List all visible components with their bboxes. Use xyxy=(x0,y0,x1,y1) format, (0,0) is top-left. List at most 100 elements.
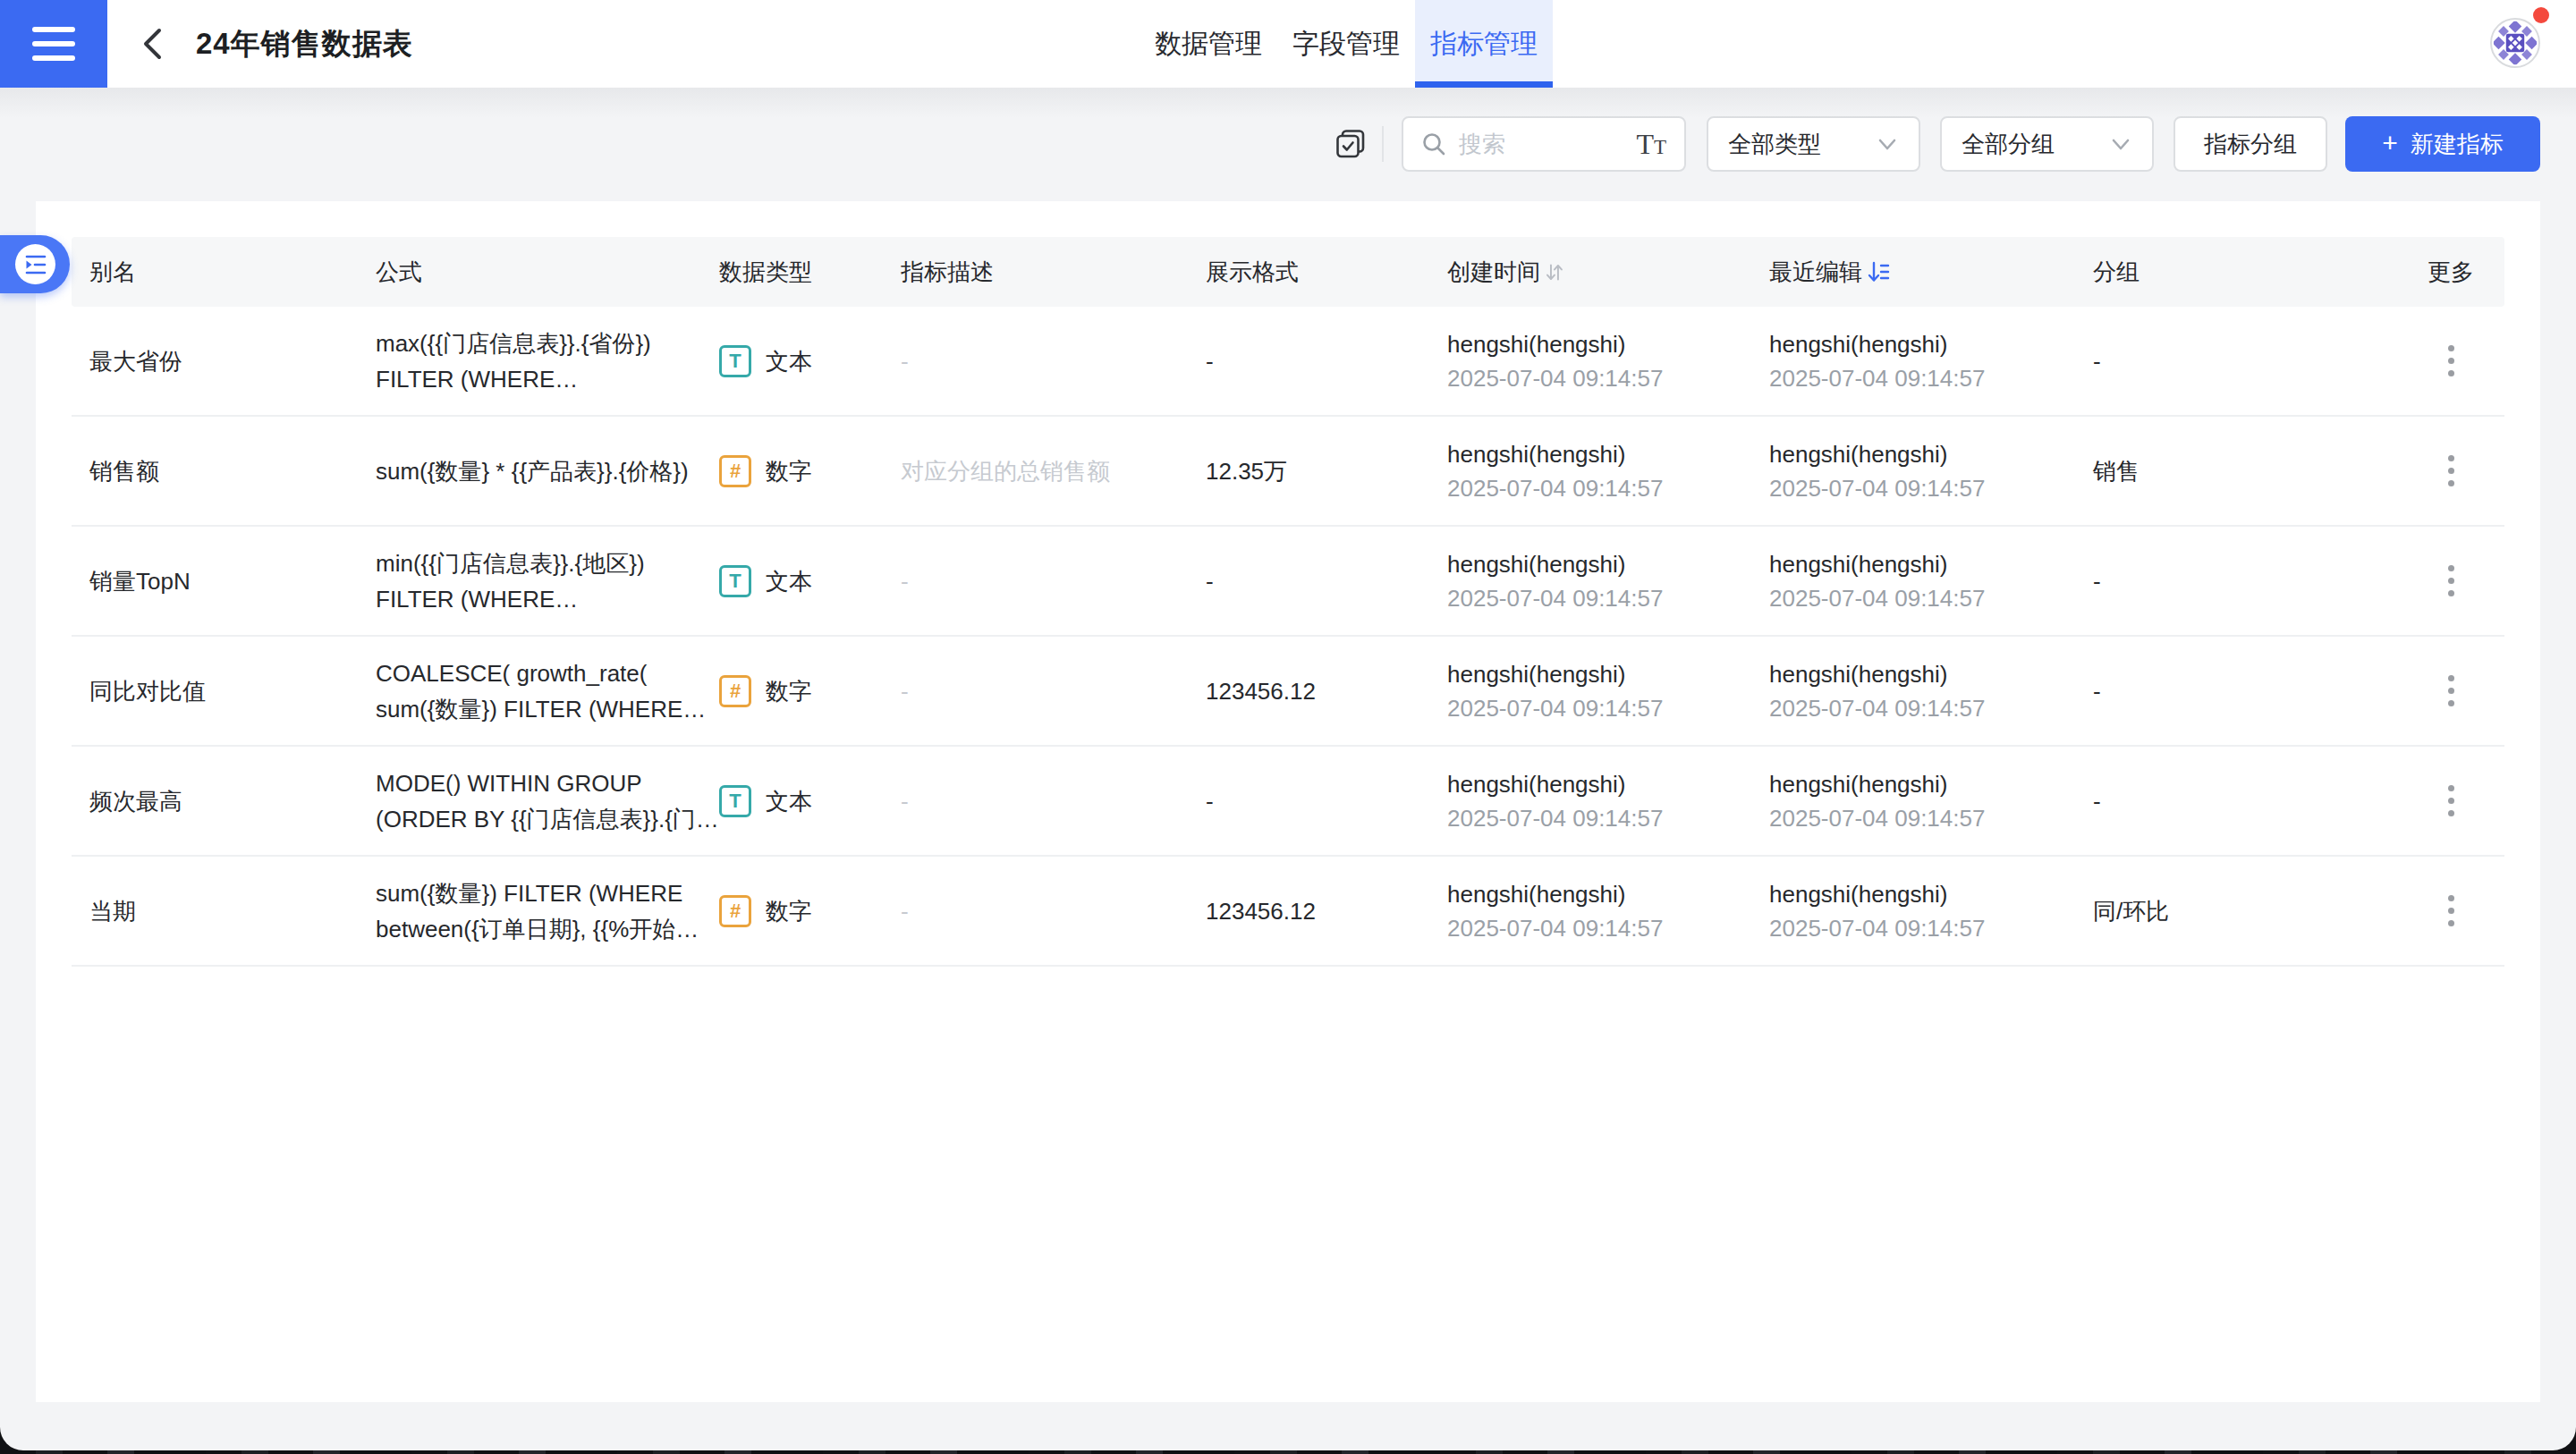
cell-edited: hengshi(hengshi)2025-07-04 09:14:57 xyxy=(1769,547,2093,615)
table-row[interactable]: 频次最高 MODE() WITHIN GROUP(ORDER BY {{门店信息… xyxy=(72,747,2504,857)
cell-formula: COALESCE( growth_rate(sum({数量}) FILTER (… xyxy=(376,655,719,727)
cell-description: - xyxy=(901,783,1206,819)
match-case-icon[interactable]: TT xyxy=(1636,128,1666,161)
cell-format: 123456.12 xyxy=(1206,893,1447,929)
cell-datatype: T 文本 xyxy=(719,343,901,379)
cell-edited: hengshi(hengshi)2025-07-04 09:14:57 xyxy=(1769,877,2093,945)
datatype-icon: T xyxy=(719,565,751,597)
cell-created: hengshi(hengshi)2025-07-04 09:14:57 xyxy=(1447,327,1769,395)
cell-description: 对应分组的总销售额 xyxy=(901,453,1206,489)
cell-formula: MODE() WITHIN GROUP(ORDER BY {{门店信息表}}.{… xyxy=(376,765,719,837)
cell-datatype: # 数字 xyxy=(719,453,901,489)
table-row[interactable]: 同比对比值 COALESCE( growth_rate(sum({数量}) FI… xyxy=(72,637,2504,747)
cell-alias: 销售额 xyxy=(89,453,376,489)
table-row[interactable]: 当期 sum({数量}) FILTER (WHEREbetween({订单日期}… xyxy=(72,857,2504,967)
col-header-format: 展示格式 xyxy=(1206,257,1447,288)
metric-group-button[interactable]: 指标分组 xyxy=(2174,116,2327,172)
avatar-pattern-icon xyxy=(2492,20,2538,66)
row-more-button[interactable] xyxy=(2443,560,2460,602)
cell-edited: hengshi(hengshi)2025-07-04 09:14:57 xyxy=(1769,767,2093,835)
cell-description: - xyxy=(901,343,1206,379)
tab-field-management[interactable]: 字段管理 xyxy=(1277,0,1415,88)
cell-datatype: # 数字 xyxy=(719,673,901,709)
chevron-down-icon xyxy=(2109,132,2132,156)
table-header: 别名 公式 数据类型 指标描述 展示格式 创建时间 最近编辑 xyxy=(72,237,2504,307)
col-header-group: 分组 xyxy=(2093,257,2415,288)
datatype-icon: T xyxy=(719,785,751,817)
hamburger-icon xyxy=(32,27,75,32)
outline-panel-icon xyxy=(23,252,48,277)
row-more-button[interactable] xyxy=(2443,780,2460,822)
page-title: 24年销售数据表 xyxy=(196,0,413,88)
notification-dot xyxy=(2533,7,2549,23)
cell-format: - xyxy=(1206,783,1447,819)
cell-description: - xyxy=(901,673,1206,709)
table-row[interactable]: 最大省份 max({{门店信息表}}.{省份})FILTER (WHERE… T… xyxy=(72,307,2504,417)
cell-datatype: T 文本 xyxy=(719,783,901,819)
cell-group: - xyxy=(2093,343,2415,379)
cell-group: - xyxy=(2093,673,2415,709)
batch-select-icon[interactable] xyxy=(1335,129,1366,159)
group-filter-select[interactable]: 全部分组 xyxy=(1940,116,2154,172)
search-icon xyxy=(1421,131,1446,156)
search-input[interactable]: 搜索 TT xyxy=(1402,116,1686,172)
cell-description: - xyxy=(901,563,1206,599)
table-row[interactable]: 销售额 sum({数量} * {{产品表}}.{价格}) # 数字 对应分组的总… xyxy=(72,417,2504,527)
datatype-icon: # xyxy=(719,675,751,707)
cell-datatype: # 数字 xyxy=(719,893,901,929)
col-header-datatype: 数据类型 xyxy=(719,257,901,288)
back-chevron-icon xyxy=(140,26,164,62)
table-row[interactable]: 销量TopN min({{门店信息表}}.{地区})FILTER (WHERE…… xyxy=(72,527,2504,637)
cell-created: hengshi(hengshi)2025-07-04 09:14:57 xyxy=(1447,547,1769,615)
row-more-button[interactable] xyxy=(2443,890,2460,932)
app-window: 24年销售数据表 数据管理 字段管理 指标管理 xyxy=(0,0,2576,1450)
cell-created: hengshi(hengshi)2025-07-04 09:14:57 xyxy=(1447,877,1769,945)
chevron-down-icon xyxy=(1876,132,1899,156)
col-header-edited: 最近编辑 xyxy=(1769,257,2093,288)
tab-data-management[interactable]: 数据管理 xyxy=(1140,0,1277,88)
type-filter-select[interactable]: 全部类型 xyxy=(1707,116,1920,172)
cell-group: 销售 xyxy=(2093,453,2415,489)
cell-created: hengshi(hengshi)2025-07-04 09:14:57 xyxy=(1447,437,1769,505)
hamburger-menu-button[interactable] xyxy=(0,0,107,88)
cell-alias: 销量TopN xyxy=(89,563,376,599)
cell-edited: hengshi(hengshi)2025-07-04 09:14:57 xyxy=(1769,437,2093,505)
nav-tabs: 数据管理 字段管理 指标管理 xyxy=(1140,0,1553,88)
top-bar: 24年销售数据表 数据管理 字段管理 指标管理 xyxy=(0,0,2576,88)
row-more-button[interactable] xyxy=(2443,340,2460,382)
back-button[interactable] xyxy=(132,24,172,63)
cell-formula: sum({数量} * {{产品表}}.{价格}) xyxy=(376,453,719,489)
user-avatar[interactable] xyxy=(2490,18,2540,68)
toolbar: 搜索 TT 全部类型 全部分组 指标分组 + 新建指标 xyxy=(1335,116,2540,172)
cell-formula: max({{门店信息表}}.{省份})FILTER (WHERE… xyxy=(376,325,719,397)
col-header-created: 创建时间 xyxy=(1447,257,1769,288)
row-more-button[interactable] xyxy=(2443,670,2460,712)
cell-alias: 频次最高 xyxy=(89,783,376,819)
cell-created: hengshi(hengshi)2025-07-04 09:14:57 xyxy=(1447,657,1769,725)
cell-formula: sum({数量}) FILTER (WHEREbetween({订单日期}, {… xyxy=(376,875,719,947)
col-header-formula: 公式 xyxy=(376,257,719,288)
create-metric-button[interactable]: + 新建指标 xyxy=(2345,116,2540,172)
tab-metric-management[interactable]: 指标管理 xyxy=(1415,0,1553,88)
topbar-shadow xyxy=(0,88,2576,118)
cell-edited: hengshi(hengshi)2025-07-04 09:14:57 xyxy=(1769,327,2093,395)
cell-datatype: T 文本 xyxy=(719,563,901,599)
datatype-icon: # xyxy=(719,455,751,487)
search-placeholder: 搜索 xyxy=(1459,129,1636,160)
col-header-more: 更多 xyxy=(2415,257,2487,288)
sort-edited-icon[interactable] xyxy=(1866,259,1891,284)
row-more-button[interactable] xyxy=(2443,450,2460,492)
toolbar-divider xyxy=(1382,126,1384,162)
cell-formula: min({{门店信息表}}.{地区})FILTER (WHERE… xyxy=(376,545,719,617)
datatype-icon: # xyxy=(719,895,751,927)
table-body: 最大省份 max({{门店信息表}}.{省份})FILTER (WHERE… T… xyxy=(72,307,2504,967)
plus-icon: + xyxy=(2382,130,2398,156)
sort-created-icon[interactable] xyxy=(1544,262,1564,283)
metrics-table: 别名 公式 数据类型 指标描述 展示格式 创建时间 最近编辑 xyxy=(72,237,2504,967)
cell-group: - xyxy=(2093,783,2415,819)
cell-alias: 同比对比值 xyxy=(89,673,376,709)
drawer-handle[interactable] xyxy=(0,235,70,293)
cell-alias: 最大省份 xyxy=(89,343,376,379)
datatype-icon: T xyxy=(719,345,751,377)
cell-format: 123456.12 xyxy=(1206,673,1447,709)
